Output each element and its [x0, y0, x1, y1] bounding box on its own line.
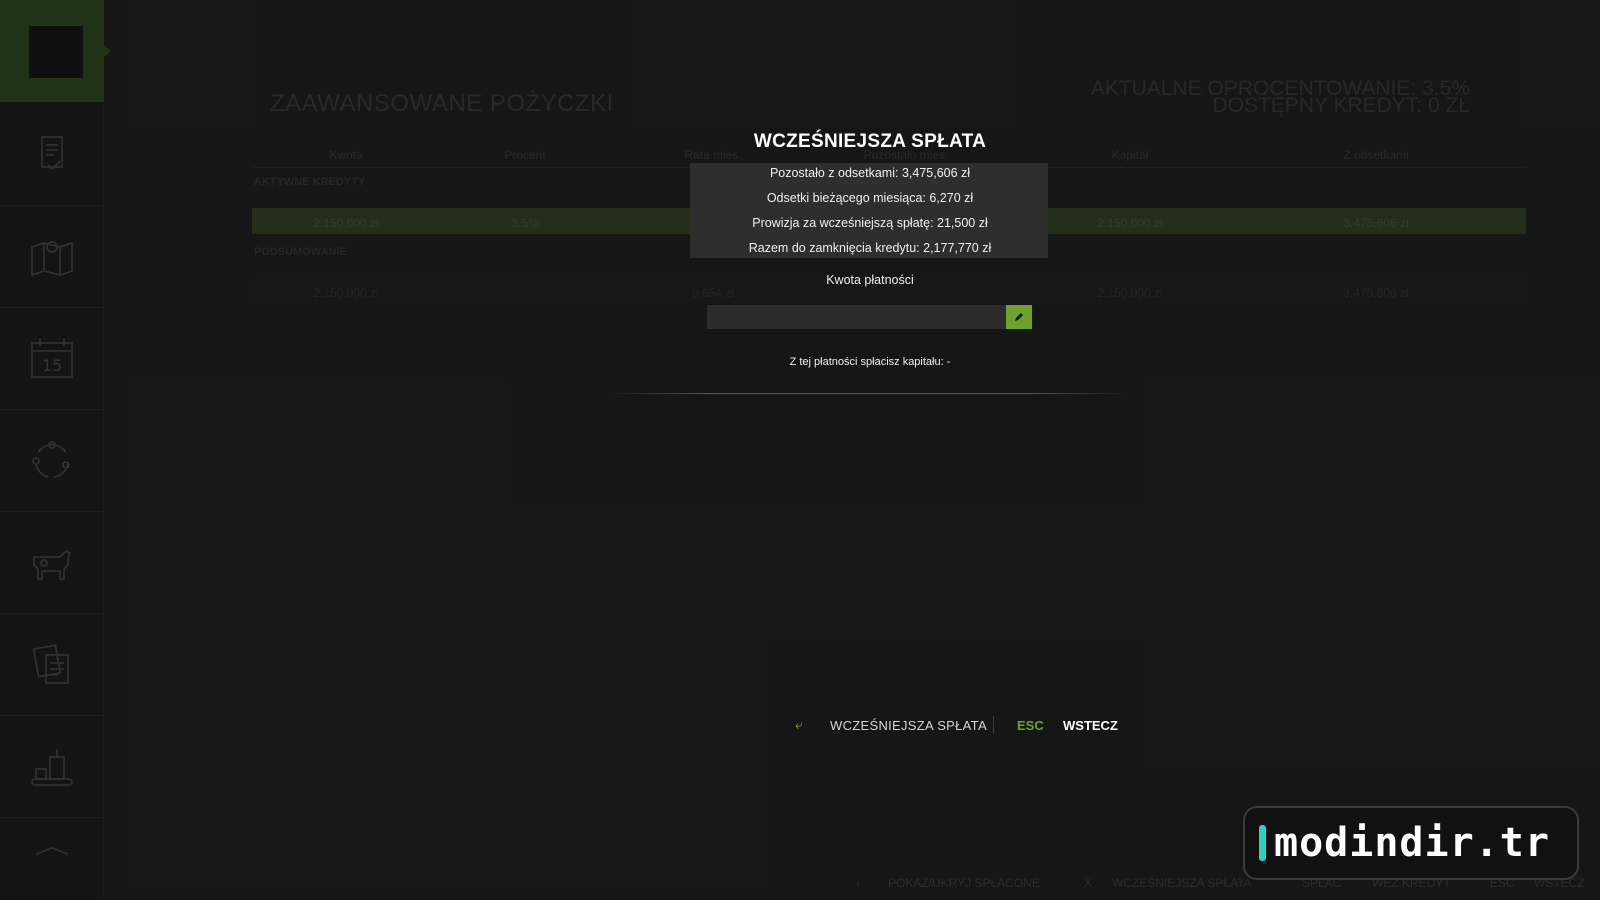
dialog-divider: [610, 393, 1128, 394]
watermark-text: modindir.tr: [1274, 820, 1550, 866]
early-payment-button[interactable]: WCZEŚNIEJSZA SPŁATA: [830, 718, 987, 733]
principal-note: Z tej płatności spłacisz kapitału: -: [789, 356, 951, 368]
remaining-with-interest: Pozostało z odsetkami: 3,475,606 zł: [769, 166, 971, 180]
amount-label: Kwota płatności: [826, 273, 914, 287]
edit-amount-button[interactable]: [1006, 305, 1032, 329]
payment-amount-input[interactable]: [707, 305, 1007, 329]
watermark-bar: [1259, 825, 1266, 861]
back-button[interactable]: WSTECZ: [1063, 718, 1118, 733]
early-payment-icon: ⤶: [795, 716, 803, 732]
early-payment-fee: Prowizja za wcześniejszą spłatę: 21,500 …: [752, 216, 988, 230]
total-to-close: Razem do zamknięcia kredytu: 2,177,770 z…: [748, 241, 992, 255]
esc-key-hint: ESC: [1017, 718, 1044, 733]
current-month-interest: Odsetki bieżącego miesiąca: 6,270 zł: [766, 191, 974, 205]
action-separator: [993, 716, 994, 734]
watermark: modindir.tr: [1243, 806, 1579, 880]
dialog-title: WCZEŚNIEJSZA SPŁATA: [753, 131, 987, 152]
pencil-icon: [1015, 313, 1023, 321]
